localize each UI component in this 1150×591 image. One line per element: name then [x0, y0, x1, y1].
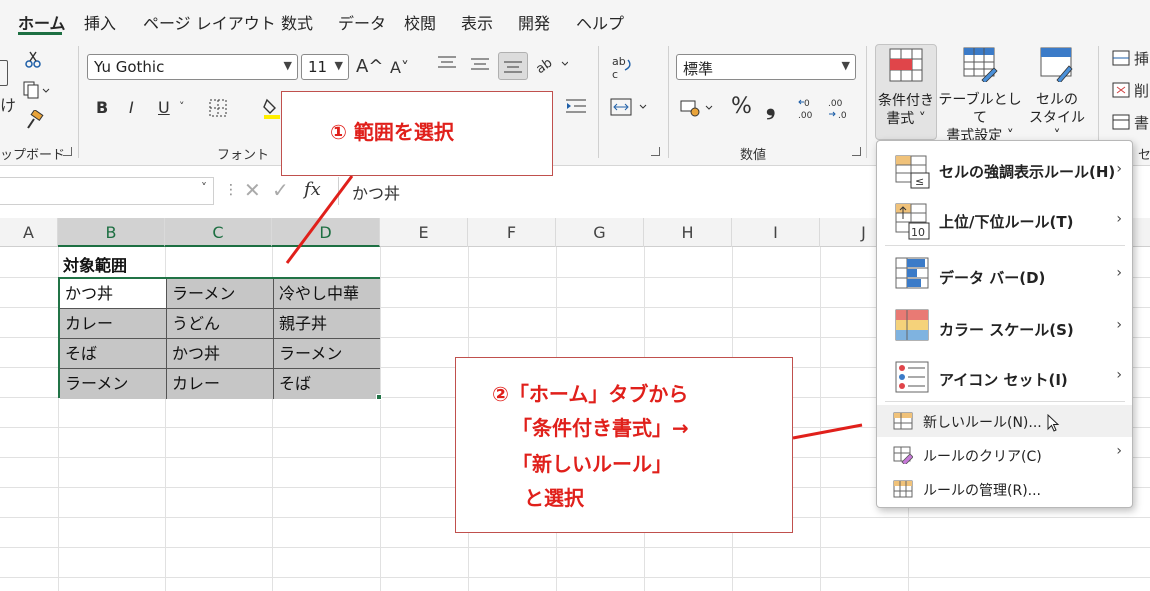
- step2-line-1: ②「ホーム」タブから: [492, 382, 689, 406]
- icon-set-icon: [895, 361, 929, 393]
- menu-separator: [885, 401, 1125, 402]
- menu-item-clear-rules[interactable]: ルールのクリア(C) ›: [877, 439, 1132, 471]
- step1-callout: ① 範囲を選択: [281, 91, 553, 176]
- data-bar-icon: [895, 257, 929, 289]
- menu-separator: [885, 245, 1125, 246]
- menu-item-label: セルの強調表示ルール(H): [939, 163, 1116, 181]
- menu-item-label: ルールの管理(R)...: [923, 483, 1042, 499]
- chevron-right-icon: ›: [1116, 367, 1122, 383]
- menu-item-label: 新しいルール(N)...: [923, 415, 1042, 431]
- chevron-right-icon: ›: [1116, 443, 1122, 459]
- top-bottom-icon: 10: [895, 203, 930, 240]
- chevron-right-icon: ›: [1116, 265, 1122, 281]
- mouse-pointer-icon: [1047, 414, 1060, 432]
- menu-item-color-scales[interactable]: カラー スケール(S) ›: [877, 303, 1132, 351]
- manage-rules-icon: [893, 480, 913, 498]
- menu-item-icon-sets[interactable]: アイコン セット(I) ›: [877, 355, 1132, 401]
- menu-item-data-bars[interactable]: データ バー(D) ›: [877, 251, 1132, 299]
- step2-line-3: 「新しいルール」: [512, 452, 672, 476]
- menu-item-manage-rules[interactable]: ルールの管理(R)...: [877, 473, 1132, 505]
- chevron-right-icon: ›: [1116, 211, 1122, 227]
- new-rule-icon: [893, 412, 913, 430]
- step2-callout: ②「ホーム」タブから 「条件付き書式」→ 「新しいルール」 と選択: [455, 357, 793, 533]
- menu-item-label: データ バー(D): [939, 269, 1046, 287]
- step1-text: ① 範囲を選択: [330, 120, 454, 144]
- step2-line-4: と選択: [524, 486, 584, 510]
- chevron-right-icon: ›: [1116, 317, 1122, 333]
- chevron-right-icon: ›: [1116, 161, 1122, 177]
- menu-item-label: カラー スケール(S): [939, 321, 1074, 339]
- highlight-rules-icon: ≤: [895, 155, 930, 189]
- conditional-formatting-menu: ≤ セルの強調表示ルール(H) › 10 上位/下位ルール(T) › データ バ…: [876, 140, 1133, 508]
- menu-item-label: ルールのクリア(C): [923, 449, 1042, 465]
- clear-rules-icon: [893, 446, 913, 464]
- menu-item-top-bottom-rules[interactable]: 10 上位/下位ルール(T) ›: [877, 197, 1132, 245]
- menu-item-label: 上位/下位ルール(T): [939, 213, 1074, 231]
- menu-item-label: アイコン セット(I): [939, 371, 1068, 389]
- svg-text:≤: ≤: [915, 175, 924, 188]
- step2-line-2: 「条件付き書式」→: [512, 416, 689, 440]
- menu-item-new-rule[interactable]: 新しいルール(N)...: [877, 405, 1132, 437]
- svg-text:10: 10: [911, 226, 925, 239]
- menu-item-highlight-rules[interactable]: ≤ セルの強調表示ルール(H) ›: [877, 147, 1132, 195]
- color-scale-icon: [895, 309, 929, 341]
